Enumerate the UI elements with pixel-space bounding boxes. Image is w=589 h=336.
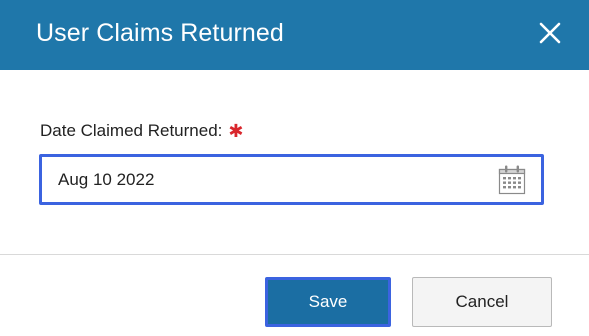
close-button[interactable] (533, 16, 567, 50)
calendar-button[interactable] (497, 164, 527, 195)
date-field (39, 154, 544, 205)
date-claimed-returned-input[interactable] (58, 157, 478, 202)
cancel-button[interactable]: Cancel (412, 277, 552, 327)
dialog-title: User Claims Returned (36, 19, 284, 47)
footer-divider (0, 254, 589, 255)
dialog-header: User Claims Returned (0, 0, 589, 70)
calendar-icon (498, 165, 526, 195)
save-button[interactable]: Save (265, 277, 391, 327)
date-claimed-returned-label: Date Claimed Returned: ✱ (40, 121, 243, 141)
date-label-text: Date Claimed Returned: (40, 121, 223, 140)
required-asterisk: ✱ (228, 121, 244, 141)
close-icon (539, 22, 561, 44)
user-claims-returned-dialog: User Claims Returned Date Claimed Return… (0, 0, 589, 336)
